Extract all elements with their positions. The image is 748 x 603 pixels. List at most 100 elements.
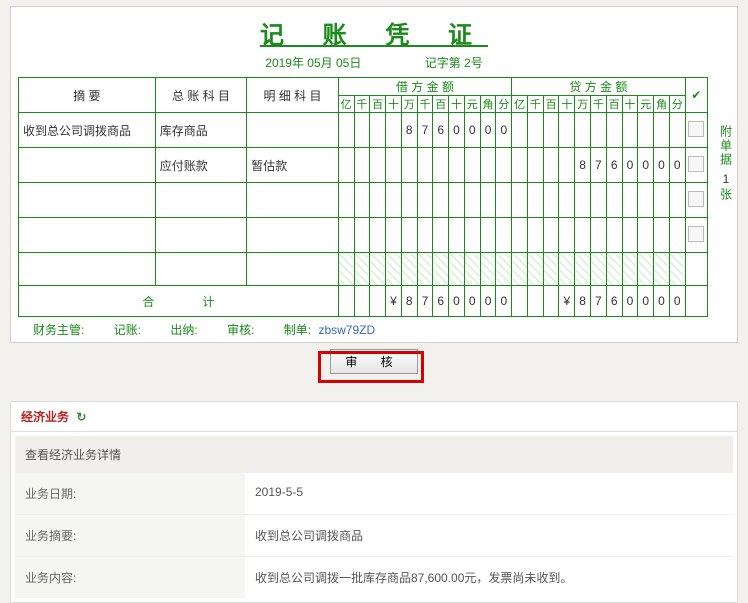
cell-credit-digit (669, 218, 685, 253)
sig-auditor: 审核: (227, 321, 254, 338)
attachment-count: 1 (723, 172, 730, 186)
cell-checkbox[interactable] (685, 183, 707, 218)
table-row: 收到总公司调拨商品库存商品8760000 (19, 113, 708, 148)
sig-cashier: 出纳: (170, 321, 197, 338)
attachment-unit: 张 (716, 186, 737, 204)
biz-panel-title: 查看经济业务详情 (15, 436, 733, 473)
header-credit: 贷 方 金 额 (512, 78, 685, 96)
cell-credit-digit (543, 218, 559, 253)
cell-debit-digit (401, 183, 417, 218)
table-row (19, 218, 708, 253)
highlight-audit-button (318, 351, 424, 383)
sig-maker-label: 制单: (284, 321, 311, 338)
header-abstract: 摘 要 (19, 78, 156, 113)
sig-maker-value: zbsw79ZD (318, 323, 375, 337)
cell-credit-digit: 0 (654, 148, 670, 183)
cell-account: 应付账款 (155, 148, 247, 183)
cell-subaccount: 暂估款 (247, 148, 339, 183)
cell-debit-digit: 0 (496, 113, 512, 148)
cell-credit-digit (638, 218, 654, 253)
detail-row: 业务内容: 收到总公司调拨一批库存商品87,600.00元，发票尚未收到。 (15, 557, 733, 598)
cell-abstract (19, 148, 156, 183)
cell-credit-digit (527, 183, 543, 218)
voucher-title: 记 账 凭 证 (11, 15, 737, 50)
cell-subaccount (247, 218, 339, 253)
cell-subaccount (247, 113, 339, 148)
cell-credit-digit (638, 113, 654, 148)
attachment-label: 附单据 (716, 123, 737, 169)
sig-bookkeeper: 记账: (114, 321, 141, 338)
cell-credit-digit (512, 218, 528, 253)
voucher-panel: 记 账 凭 证 2019年 05月 05日 记字第 2号 摘 要 总 账 科 目… (10, 6, 738, 343)
cell-debit-digit (401, 218, 417, 253)
cell-credit-digit (591, 183, 607, 218)
cell-debit-digit (417, 218, 433, 253)
cell-credit-digit (575, 183, 591, 218)
cell-credit-digit (527, 113, 543, 148)
cell-debit-digit (386, 183, 402, 218)
cell-credit-digit (638, 183, 654, 218)
cell-account: 库存商品 (155, 113, 247, 148)
cell-credit-digit (622, 113, 638, 148)
cell-credit-digit (512, 113, 528, 148)
detail-content-value: 收到总公司调拨一批库存商品87,600.00元，发票尚未收到。 (245, 557, 733, 598)
cell-credit-digit (591, 113, 607, 148)
cell-debit-digit (370, 148, 386, 183)
cell-credit-digit (527, 218, 543, 253)
cell-debit-digit (370, 113, 386, 148)
header-subaccount: 明 细 科 目 (247, 78, 339, 113)
voucher-subheader: 2019年 05月 05日 记字第 2号 (11, 54, 737, 71)
cell-debit-digit (480, 183, 496, 218)
cell-checkbox[interactable] (685, 148, 707, 183)
cell-debit-digit (354, 113, 370, 148)
cell-credit-digit (622, 183, 638, 218)
cell-credit-digit (622, 218, 638, 253)
voucher-date: 2019年 05月 05日 (265, 54, 361, 71)
detail-summary-value: 收到总公司调拨商品 (245, 515, 733, 556)
cell-debit-digit (338, 113, 354, 148)
cell-credit-digit (543, 183, 559, 218)
cell-credit-digit (606, 183, 622, 218)
detail-row: 业务摘要: 收到总公司调拨商品 (15, 515, 733, 557)
cell-debit-digit (386, 113, 402, 148)
cell-credit-digit (512, 148, 528, 183)
cell-debit-digit (370, 218, 386, 253)
total-label: 合 计 (19, 286, 339, 317)
cell-debit-digit (449, 218, 465, 253)
cell-debit-digit (433, 183, 449, 218)
header-account: 总 账 科 目 (155, 78, 247, 113)
cell-credit-digit (543, 113, 559, 148)
cell-debit-digit (464, 218, 480, 253)
cell-debit-digit (496, 218, 512, 253)
cell-credit-digit (559, 148, 575, 183)
cell-credit-digit: 8 (575, 148, 591, 183)
cell-debit-digit (370, 183, 386, 218)
cell-debit-digit (496, 148, 512, 183)
header-debit: 借 方 金 额 (338, 78, 511, 96)
biz-section-title: 经济业务 ↻ (10, 401, 738, 431)
cell-subaccount (247, 183, 339, 218)
cell-debit-digit (449, 183, 465, 218)
cell-credit-digit (559, 113, 575, 148)
cell-debit-digit: 0 (464, 113, 480, 148)
cell-debit-digit (354, 183, 370, 218)
cell-checkbox[interactable] (685, 218, 707, 253)
cell-debit-digit (338, 218, 354, 253)
sig-fin-manager: 财务主管: (33, 321, 84, 338)
cell-credit-digit (654, 218, 670, 253)
cell-account (155, 183, 247, 218)
cell-debit-digit: 0 (449, 113, 465, 148)
cell-debit-digit (354, 218, 370, 253)
cell-credit-digit (669, 183, 685, 218)
cell-credit-digit (591, 218, 607, 253)
cell-debit-digit (417, 183, 433, 218)
cell-credit-digit (575, 113, 591, 148)
cell-credit-digit (559, 218, 575, 253)
total-row: 合 计 ¥8760000 ¥8760000 (19, 286, 708, 317)
cell-debit-digit (433, 148, 449, 183)
cell-debit-digit (464, 183, 480, 218)
refresh-icon[interactable]: ↻ (76, 410, 86, 424)
header-check: ✔ (685, 78, 707, 113)
cell-credit-digit (527, 148, 543, 183)
cell-checkbox[interactable] (685, 113, 707, 148)
